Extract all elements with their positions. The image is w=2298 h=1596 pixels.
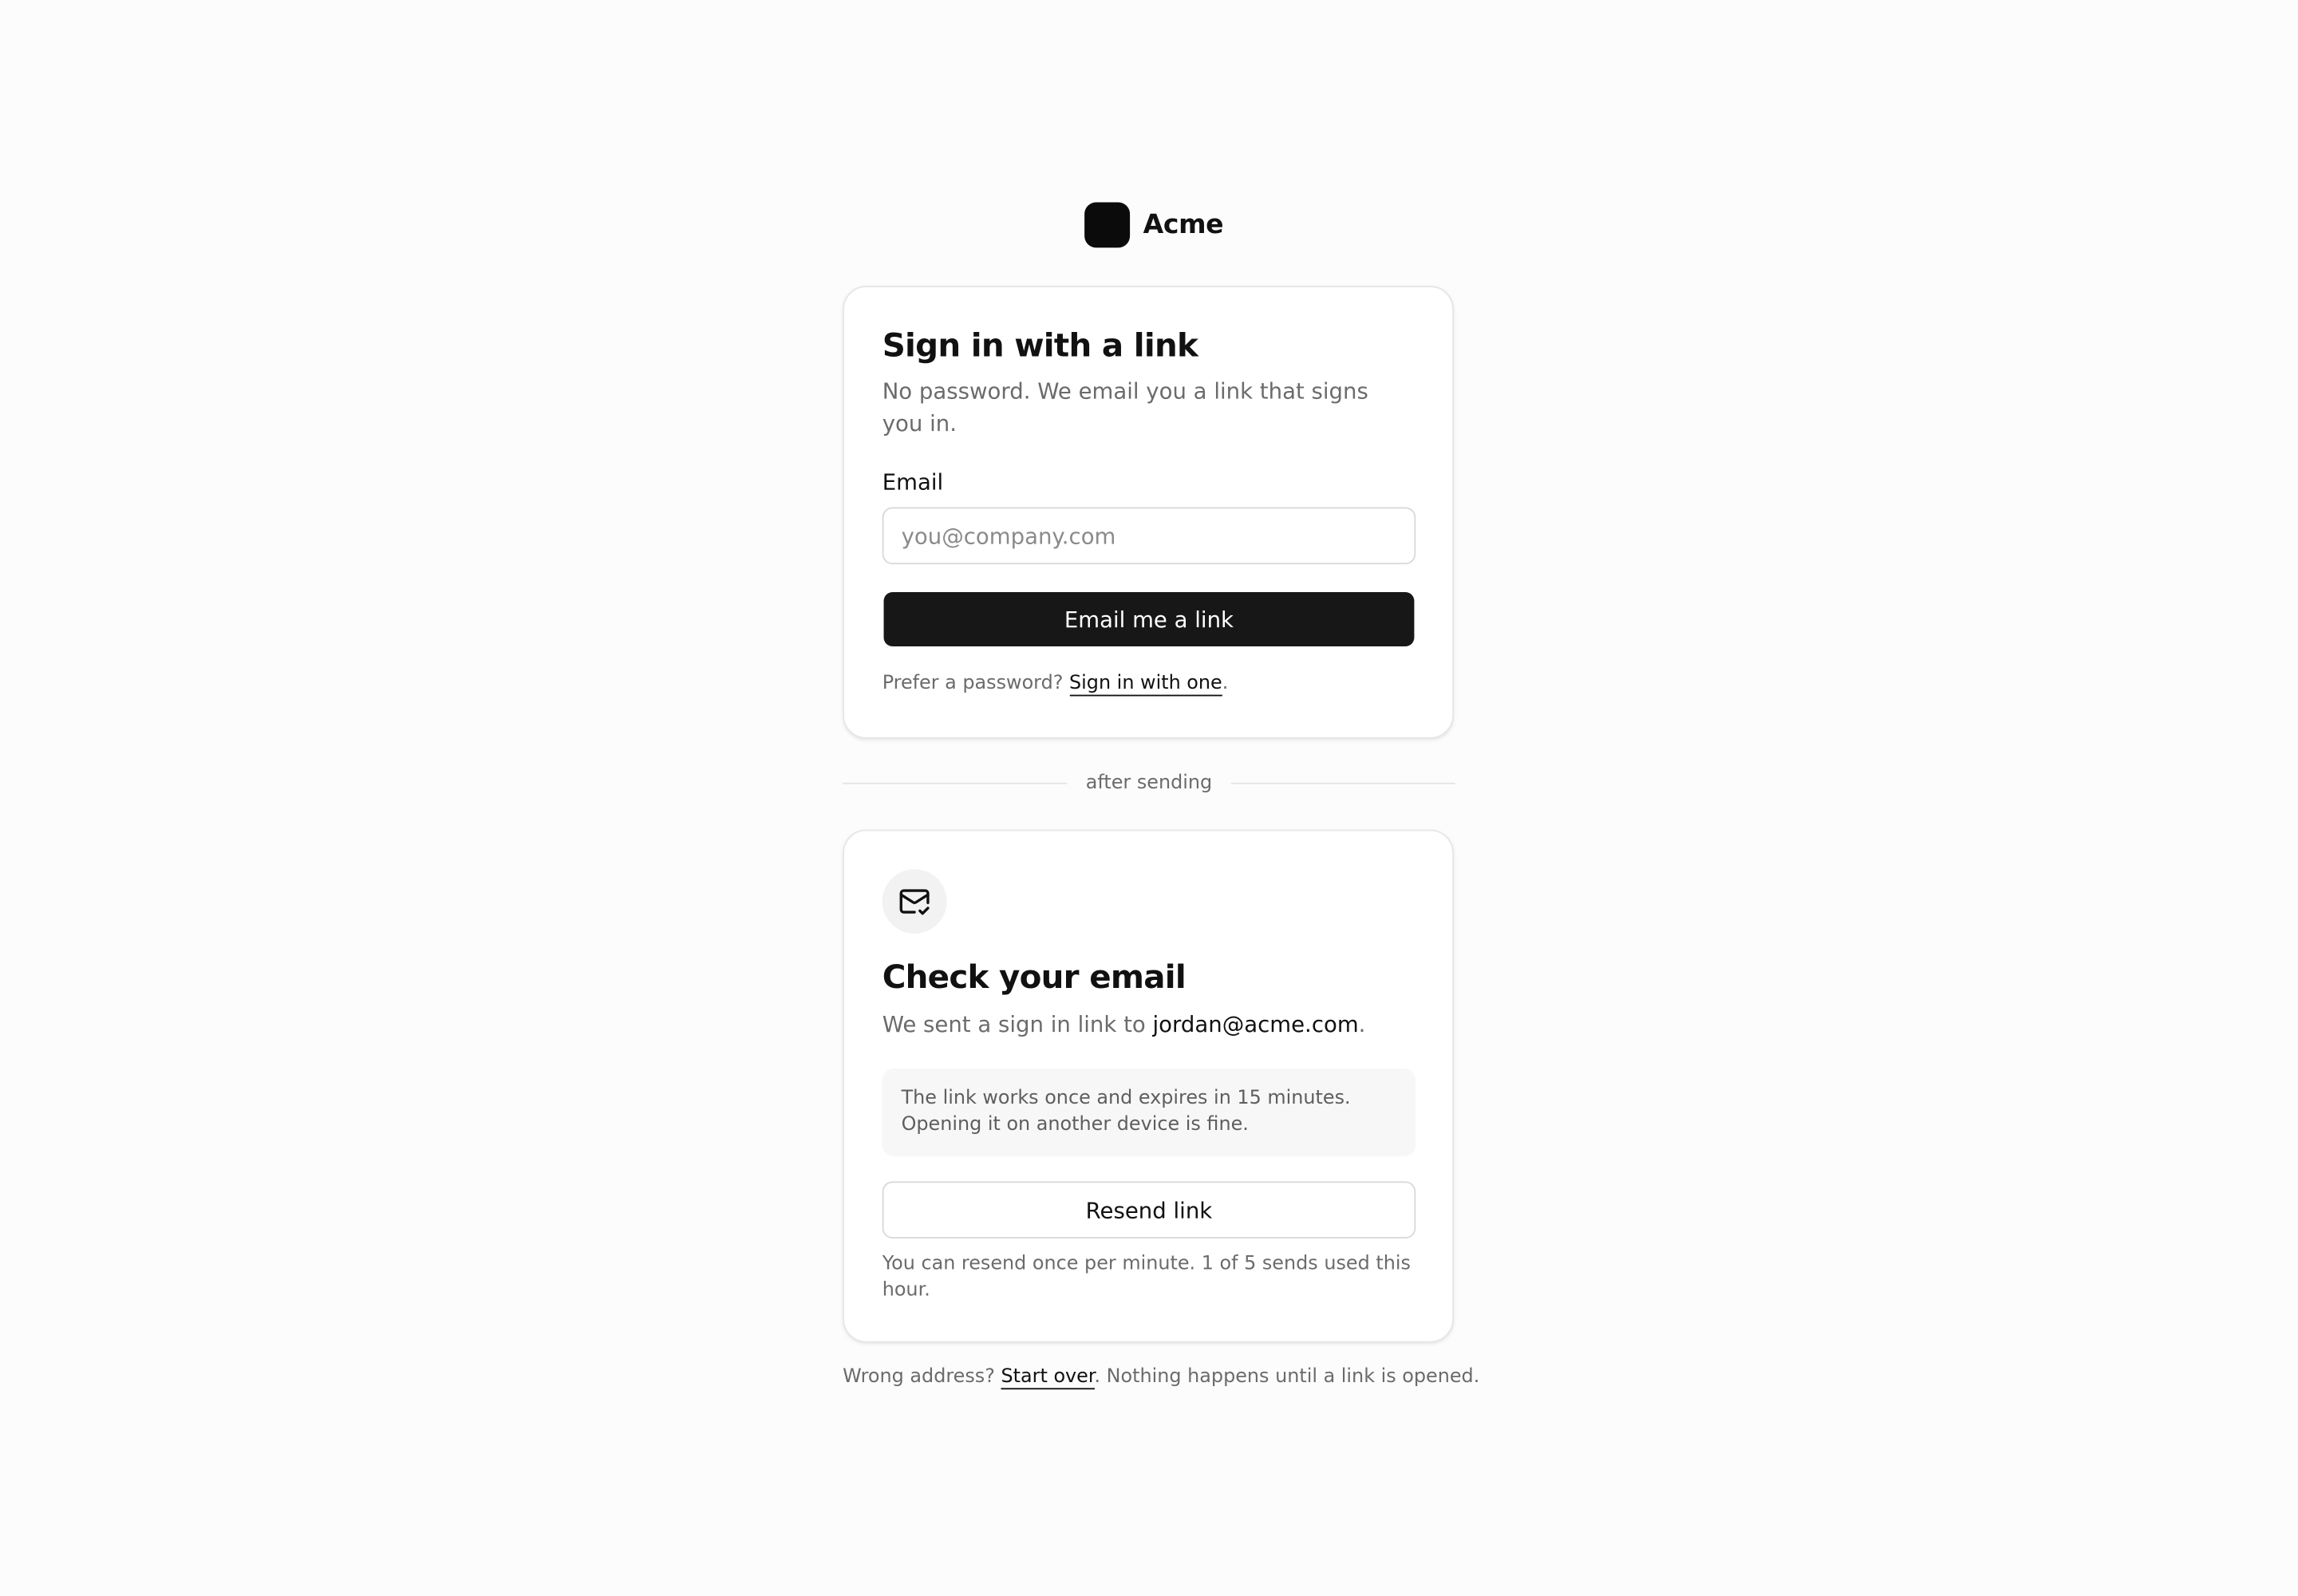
resend-limit-note: You can resend once per minute. 1 of 5 s… — [882, 1253, 1411, 1302]
divider-label: after sending — [1085, 772, 1213, 794]
divider-line-left — [843, 781, 1067, 784]
signin-card: Sign in with a link No password. We emai… — [843, 286, 1455, 739]
page: Acme Sign in with a link No password. We… — [0, 0, 2298, 1596]
after-sending-divider: after sending — [843, 768, 1455, 797]
sent-email-address: jordan@acme.com — [1152, 1011, 1359, 1038]
sent-message: We sent a sign in link to jordan@acme.co… — [882, 1009, 1366, 1041]
check-email-title: Check your email — [882, 960, 1187, 997]
password-prompt-suffix: . — [1222, 673, 1229, 695]
divider-line-right — [1231, 781, 1455, 784]
sign-in-with-password-link[interactable]: Sign in with one — [1069, 673, 1222, 697]
sent-message-suffix: . — [1358, 1011, 1366, 1038]
footer-suffix: . Nothing happens until a link is opened… — [1094, 1365, 1480, 1389]
check-email-card: Check your email We sent a sign in link … — [843, 829, 1455, 1343]
signin-subtitle: No password. We email you a link that si… — [882, 377, 1368, 437]
email-input[interactable] — [882, 507, 1416, 565]
resend-link-button[interactable]: Resend link — [882, 1181, 1416, 1239]
footer-prefix: Wrong address? — [843, 1365, 995, 1389]
mail-check-icon-badge — [882, 869, 947, 934]
email-me-link-button[interactable]: Email me a link — [883, 592, 1415, 646]
start-over-link[interactable]: Start over — [1001, 1365, 1095, 1390]
email-label: Email — [882, 468, 944, 496]
footer-note: Wrong address? Start over. Nothing happe… — [843, 1365, 1479, 1390]
brand-logo-icon — [1084, 202, 1131, 248]
password-prompt: Prefer a password? Sign in with one. — [882, 673, 1229, 697]
brand: Acme — [1084, 202, 1224, 248]
mail-check-icon — [899, 889, 930, 915]
brand-name: Acme — [1143, 209, 1224, 241]
sent-message-prefix: We sent a sign in link to — [882, 1011, 1146, 1038]
signin-title: Sign in with a link — [882, 328, 1198, 365]
link-expiry-note: The link works once and expires in 15 mi… — [882, 1068, 1416, 1157]
password-prompt-text: Prefer a password? — [882, 673, 1064, 695]
